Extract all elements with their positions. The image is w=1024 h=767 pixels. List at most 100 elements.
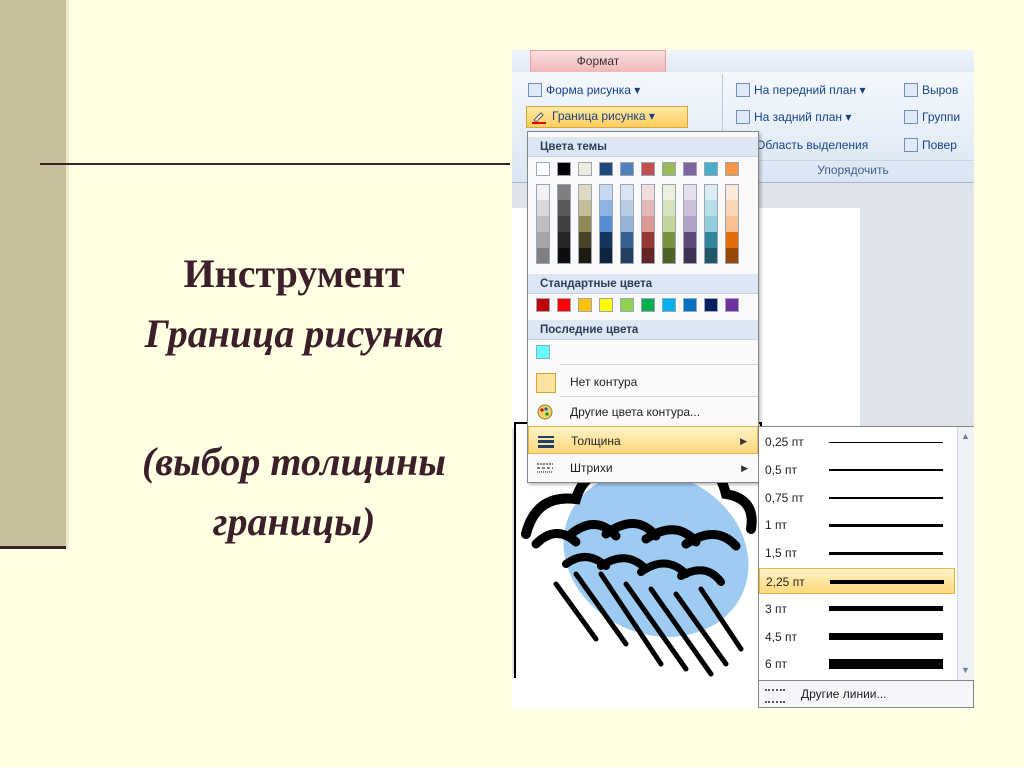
color-shade-swatch[interactable] <box>725 232 739 248</box>
color-shade-swatch[interactable] <box>536 216 550 232</box>
color-shade-swatch[interactable] <box>683 184 697 200</box>
color-shade-swatch[interactable] <box>557 232 571 248</box>
color-shade-swatch[interactable] <box>725 200 739 216</box>
bring-front-label: На передний план <box>754 83 857 97</box>
color-shade-swatch[interactable] <box>641 200 655 216</box>
bring-front-button[interactable]: На передний план ▾ <box>736 83 865 97</box>
color-shade-swatch[interactable] <box>662 248 676 264</box>
color-shade-swatch[interactable] <box>620 232 634 248</box>
standard-color-swatch[interactable] <box>662 298 676 312</box>
weight-option[interactable]: 1 пт <box>759 512 955 538</box>
color-shade-swatch[interactable] <box>620 200 634 216</box>
color-shade-swatch[interactable] <box>725 216 739 232</box>
color-shade-swatch[interactable] <box>683 216 697 232</box>
send-back-button[interactable]: На задний план ▾ <box>736 110 851 124</box>
selection-pane-button[interactable]: Область выделения <box>756 138 868 152</box>
standard-color-swatch[interactable] <box>599 298 613 312</box>
standard-color-swatch[interactable] <box>641 298 655 312</box>
color-swatch[interactable] <box>641 162 655 176</box>
picture-shape-button[interactable]: Форма рисунка ▾ <box>528 83 640 97</box>
color-shade-swatch[interactable] <box>620 216 634 232</box>
color-shade-swatch[interactable] <box>662 216 676 232</box>
color-shade-swatch[interactable] <box>536 200 550 216</box>
selection-pane-label: Область выделения <box>756 138 869 152</box>
color-shade-swatch[interactable] <box>536 184 550 200</box>
color-shade-swatch[interactable] <box>704 216 718 232</box>
weight-option[interactable]: 1,5 пт <box>759 540 955 566</box>
color-shade-swatch[interactable] <box>557 200 571 216</box>
color-shade-swatch[interactable] <box>599 248 613 264</box>
weight-option[interactable]: 0,25 пт <box>759 429 955 455</box>
dashes-item[interactable]: Штрихи ▶ <box>528 454 758 482</box>
weight-option[interactable]: 6 пт <box>759 651 955 677</box>
color-swatch[interactable] <box>620 162 634 176</box>
color-shade-swatch[interactable] <box>662 200 676 216</box>
color-shade-swatch[interactable] <box>704 248 718 264</box>
weight-sample-line <box>829 551 943 555</box>
weight-option[interactable]: 0,5 пт <box>759 457 955 483</box>
color-shade-swatch[interactable] <box>662 184 676 200</box>
color-shade-swatch[interactable] <box>578 232 592 248</box>
color-swatch[interactable] <box>725 162 739 176</box>
color-swatch[interactable] <box>557 162 571 176</box>
more-colors-item[interactable]: Другие цвета контура... <box>528 398 758 426</box>
color-shade-swatch[interactable] <box>662 232 676 248</box>
color-shade-swatch[interactable] <box>599 200 613 216</box>
color-shade-swatch[interactable] <box>578 248 592 264</box>
color-shade-swatch[interactable] <box>578 216 592 232</box>
color-shade-swatch[interactable] <box>578 200 592 216</box>
color-swatch[interactable] <box>578 162 592 176</box>
color-shade-swatch[interactable] <box>599 232 613 248</box>
weight-option[interactable]: 4,5 пт <box>759 624 955 650</box>
weight-item[interactable]: Толщина ▶ <box>528 426 758 454</box>
color-swatch[interactable] <box>704 162 718 176</box>
color-shade-swatch[interactable] <box>599 216 613 232</box>
standard-color-swatch[interactable] <box>620 298 634 312</box>
recent-color-swatch[interactable] <box>536 345 550 359</box>
color-shade-swatch[interactable] <box>599 184 613 200</box>
color-shade-swatch[interactable] <box>725 248 739 264</box>
standard-color-swatch[interactable] <box>704 298 718 312</box>
color-shade-swatch[interactable] <box>641 216 655 232</box>
color-shade-swatch[interactable] <box>641 232 655 248</box>
color-shade-swatch[interactable] <box>557 216 571 232</box>
color-shade-swatch[interactable] <box>725 184 739 200</box>
color-shade-swatch[interactable] <box>683 248 697 264</box>
color-shade-swatch[interactable] <box>704 184 718 200</box>
rotate-button[interactable]: Повер <box>904 138 957 152</box>
weight-sample-line <box>829 524 943 527</box>
color-shade-swatch[interactable] <box>557 248 571 264</box>
align-button[interactable]: Выров <box>904 83 958 97</box>
color-shade-swatch[interactable] <box>704 200 718 216</box>
standard-color-swatch[interactable] <box>683 298 697 312</box>
tab-format[interactable]: Формат <box>530 50 666 72</box>
color-swatch[interactable] <box>536 162 550 176</box>
weight-option[interactable]: 3 пт <box>759 596 955 622</box>
color-shade-swatch[interactable] <box>557 184 571 200</box>
color-shade-swatch[interactable] <box>620 184 634 200</box>
color-shade-swatch[interactable] <box>641 184 655 200</box>
color-shade-swatch[interactable] <box>683 200 697 216</box>
color-shade-swatch[interactable] <box>578 184 592 200</box>
standard-color-swatch[interactable] <box>578 298 592 312</box>
color-shade-swatch[interactable] <box>536 232 550 248</box>
group-button[interactable]: Группи <box>904 110 960 124</box>
scroll-down-icon[interactable]: ▼ <box>961 665 970 675</box>
color-swatch[interactable] <box>662 162 676 176</box>
color-swatch[interactable] <box>683 162 697 176</box>
color-swatch[interactable] <box>599 162 613 176</box>
color-shade-swatch[interactable] <box>536 248 550 264</box>
standard-color-swatch[interactable] <box>536 298 550 312</box>
standard-color-swatch[interactable] <box>725 298 739 312</box>
more-lines-item[interactable]: Другие линии... <box>758 680 974 708</box>
no-outline-item[interactable]: Нет контура <box>528 368 758 396</box>
weight-option[interactable]: 0,75 пт <box>759 485 955 511</box>
color-shade-swatch[interactable] <box>704 232 718 248</box>
color-shade-swatch[interactable] <box>620 248 634 264</box>
submenu-scrollbar[interactable]: ▲ ▼ <box>957 427 974 681</box>
standard-color-swatch[interactable] <box>557 298 571 312</box>
color-shade-swatch[interactable] <box>641 248 655 264</box>
weight-option[interactable]: 2,25 пт <box>759 568 955 594</box>
color-shade-swatch[interactable] <box>683 232 697 248</box>
scroll-up-icon[interactable]: ▲ <box>961 431 970 441</box>
